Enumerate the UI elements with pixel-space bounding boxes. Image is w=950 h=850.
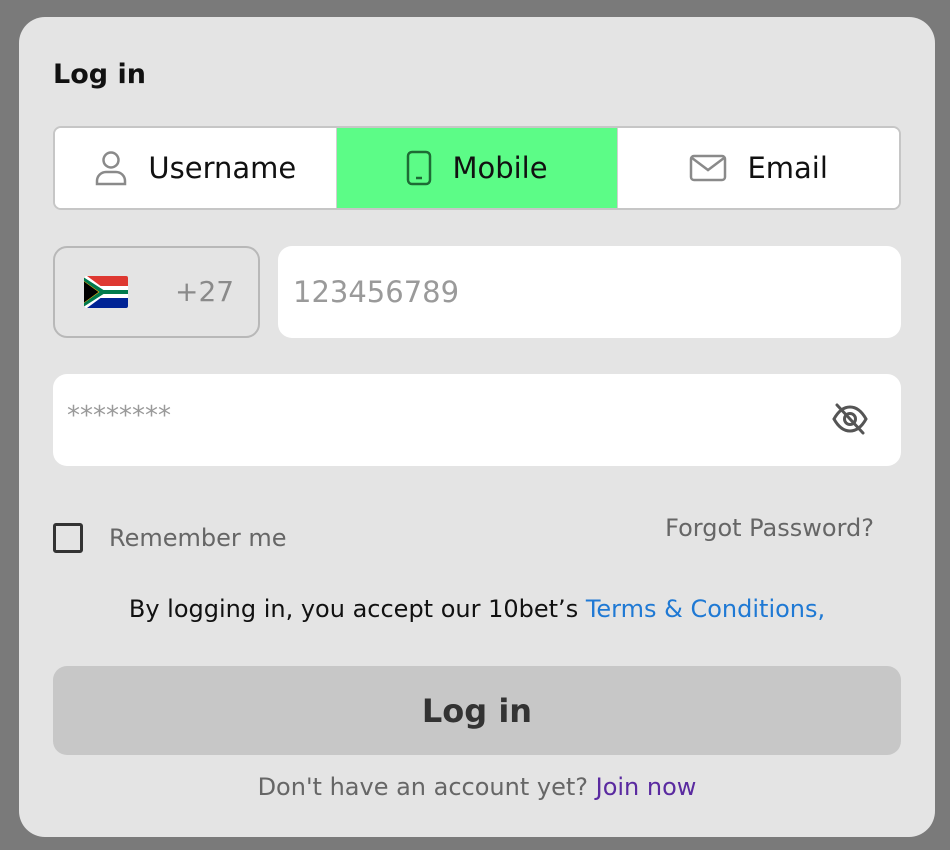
tab-mobile[interactable]: Mobile bbox=[335, 128, 618, 208]
tab-username-label: Username bbox=[148, 151, 297, 185]
login-method-tabs: Username Mobile Email bbox=[53, 126, 901, 210]
login-modal: Log in Username Mobile Email +27 1234567… bbox=[19, 17, 935, 837]
login-button[interactable]: Log in bbox=[53, 666, 901, 755]
remember-me-label: Remember me bbox=[109, 524, 287, 552]
envelope-icon bbox=[689, 154, 727, 182]
country-code-select[interactable]: +27 bbox=[53, 246, 260, 338]
remember-me-toggle[interactable]: Remember me bbox=[53, 523, 287, 553]
terms-text: By logging in, you accept our 10bet’s bbox=[128, 595, 586, 623]
tab-mobile-label: Mobile bbox=[452, 151, 548, 185]
modal-title: Log in bbox=[53, 59, 146, 90]
mobile-phone-icon bbox=[406, 150, 432, 186]
tab-email[interactable]: Email bbox=[617, 128, 899, 208]
tab-email-label: Email bbox=[747, 151, 828, 185]
signup-text: Don't have an account yet? bbox=[257, 773, 596, 801]
join-now-link[interactable]: Join now bbox=[596, 773, 697, 801]
terms-conditions-link[interactable]: Terms & Conditions, bbox=[586, 595, 825, 623]
south-africa-flag-icon bbox=[84, 276, 128, 308]
user-icon bbox=[94, 150, 128, 186]
password-input[interactable] bbox=[53, 374, 813, 458]
forgot-password-link[interactable]: Forgot Password? bbox=[665, 514, 874, 542]
tab-username[interactable]: Username bbox=[55, 128, 336, 208]
country-code: +27 bbox=[175, 275, 235, 308]
signup-prompt: Don't have an account yet? Join now bbox=[19, 773, 935, 801]
terms-notice: By logging in, you accept our 10bet’s Te… bbox=[19, 595, 935, 623]
phone-number-input[interactable] bbox=[278, 246, 901, 338]
remember-me-checkbox[interactable] bbox=[53, 523, 83, 553]
eye-slash-icon[interactable] bbox=[831, 402, 869, 440]
password-field bbox=[53, 374, 901, 466]
